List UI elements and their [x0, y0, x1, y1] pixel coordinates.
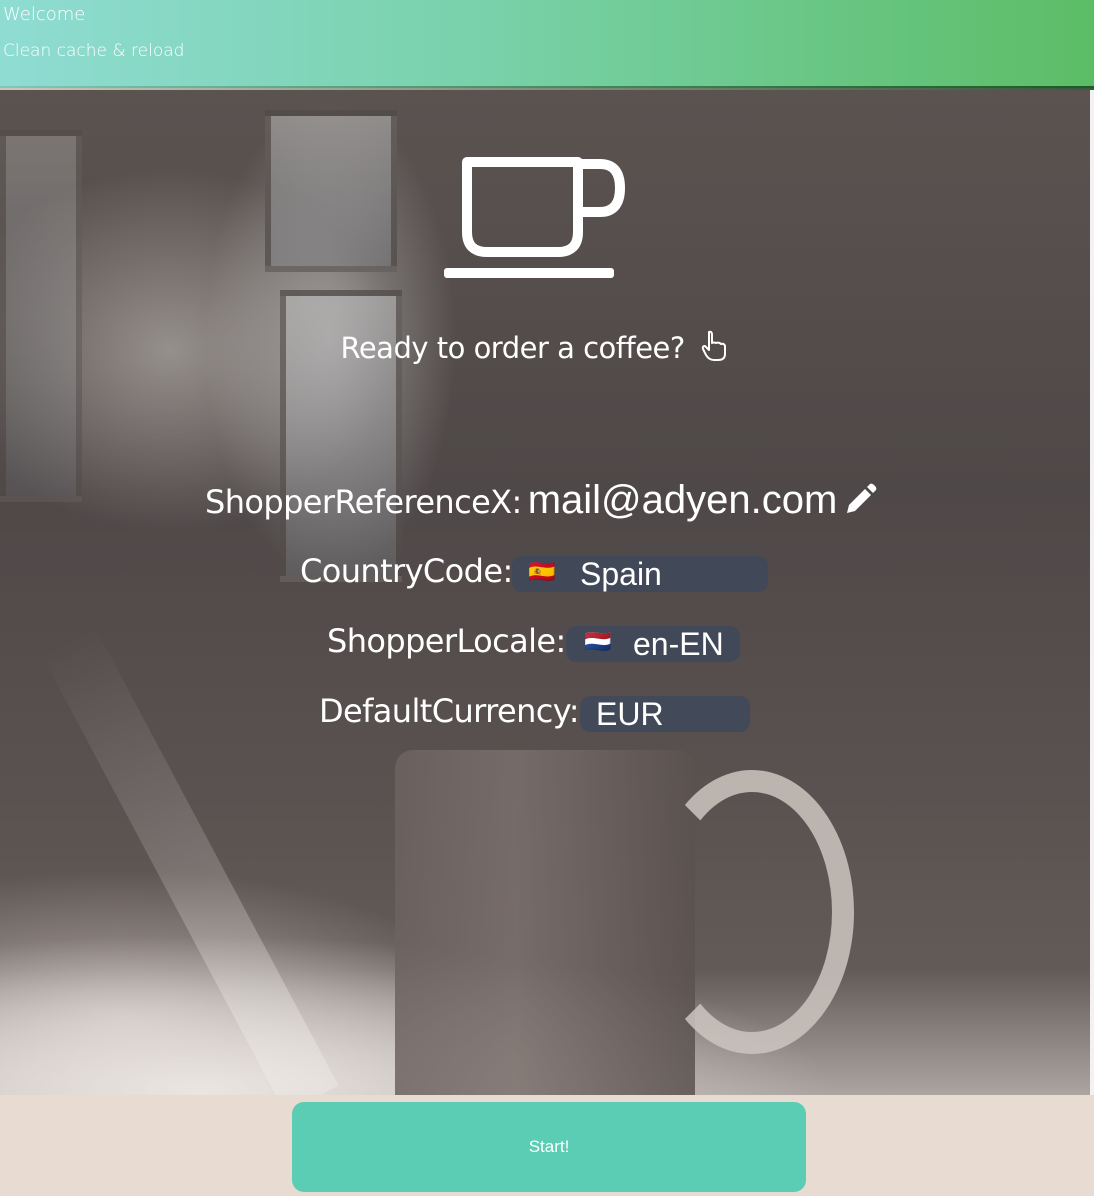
pointing-hand-icon	[701, 330, 726, 361]
welcome-link[interactable]: Welcome	[3, 4, 85, 25]
start-button[interactable]: Start!	[292, 1102, 806, 1192]
country-code-row: CountryCode:	[300, 552, 513, 590]
shopper-locale-label: ShopperLocale:	[327, 622, 566, 660]
shopper-locale-value: en-EN	[633, 626, 724, 662]
window-pane	[0, 130, 82, 502]
default-currency-select[interactable]: EUR	[580, 696, 750, 732]
shopper-reference-value[interactable]: mail@adyen.com	[528, 478, 838, 522]
default-currency-label: DefaultCurrency:	[319, 692, 580, 730]
mug-handle-photo	[650, 770, 854, 1054]
coffee-cup-icon	[444, 157, 625, 278]
shopper-reference-row: ShopperReferenceX: mail@adyen.com	[205, 478, 877, 523]
default-currency-value: EUR	[596, 696, 664, 732]
top-header: Welcome Clean cache & reload	[0, 0, 1094, 88]
shopper-locale-select[interactable]: 🇳🇱 en-EN	[566, 626, 740, 662]
clean-cache-reload-link[interactable]: Clean cache & reload	[3, 41, 184, 61]
order-prompt-text: Ready to order a coffee?	[340, 331, 685, 365]
app-page: Welcome Clean cache & reload Ready to or…	[0, 0, 1094, 1196]
shopper-reference-label: ShopperReferenceX:	[205, 483, 522, 521]
right-edge-strip	[1090, 90, 1094, 1095]
order-prompt: Ready to order a coffee?	[0, 330, 1070, 365]
pencil-icon[interactable]	[843, 483, 877, 517]
shopper-locale-row: ShopperLocale:	[327, 622, 566, 660]
country-code-value: Spain	[580, 556, 662, 592]
window-pane	[265, 110, 397, 272]
spain-flag-icon: 🇪🇸	[528, 559, 556, 584]
country-code-select[interactable]: 🇪🇸 Spain	[512, 556, 768, 592]
netherlands-flag-icon: 🇳🇱	[584, 629, 612, 654]
default-currency-row: DefaultCurrency:	[319, 692, 580, 730]
country-code-label: CountryCode:	[300, 552, 513, 590]
